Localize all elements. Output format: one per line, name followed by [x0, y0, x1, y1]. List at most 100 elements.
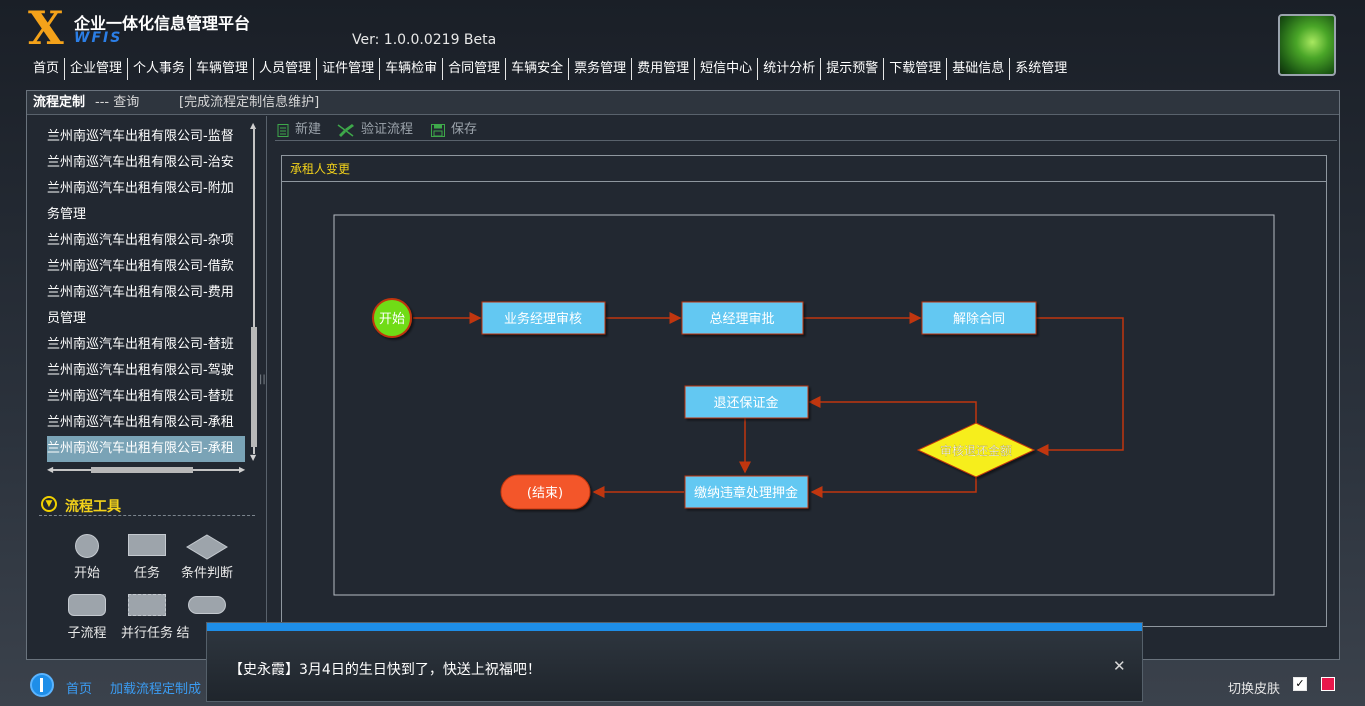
list-item[interactable]: 兰州南巡汽车出租有限公司-驾驶 — [47, 358, 245, 384]
left-sidebar: 兰州南巡汽车出租有限公司-监督 兰州南巡汽车出租有限公司-治安 兰州南巡汽车出租… — [27, 116, 267, 660]
nav-item-enterprise[interactable]: 企业管理 — [65, 58, 129, 80]
nav-item-home[interactable]: 首页 — [28, 58, 66, 80]
flow-tools-header[interactable]: ▼ 流程工具 — [39, 494, 255, 516]
save-button[interactable]: 保存 — [431, 119, 477, 141]
tool-label: 并行任务 — [120, 626, 173, 641]
list-item[interactable]: 兰州南巡汽车出租有限公司-费用 — [47, 280, 245, 306]
flow-tools-title: 流程工具 — [65, 499, 121, 515]
pill-shape-icon — [188, 596, 226, 614]
scroll-right-icon[interactable]: ▶ — [239, 466, 245, 474]
chevron-down-icon[interactable]: ▼ — [41, 496, 57, 512]
list-item[interactable]: 兰州南巡汽车出租有限公司-监督 — [47, 124, 245, 150]
footer-breadcrumb[interactable]: 加载流程定制成 — [110, 678, 201, 697]
circle-shape-icon — [75, 534, 99, 558]
nav-item-sms[interactable]: 短信中心 — [695, 58, 759, 80]
brush-check-icon — [337, 123, 354, 137]
list-item[interactable]: 兰州南巡汽车出租有限公司-借款 — [47, 254, 245, 280]
parallel-shape-icon — [128, 594, 166, 616]
node-task-label: 总经理审批 — [709, 312, 774, 327]
splitter-grip-icon[interactable]: || — [259, 374, 266, 385]
list-item[interactable]: 务管理 — [47, 202, 245, 228]
panel-query-label: --- 查询 — [95, 95, 140, 110]
tool-start[interactable]: 开始 — [57, 534, 117, 581]
tool-label: 任务 — [133, 566, 160, 581]
list-item[interactable]: 兰州南巡汽车出租有限公司-杂项 — [47, 228, 245, 254]
list-item[interactable]: 员管理 — [47, 306, 245, 332]
node-end-label: (结束) — [527, 486, 563, 501]
new-button[interactable]: 新建 — [277, 119, 321, 141]
node-decision-refund-review[interactable]: 审核退还金额 — [916, 422, 1036, 478]
app-logo: X — [28, 2, 76, 54]
nav-item-vehicle[interactable]: 车辆管理 — [191, 58, 255, 80]
node-task-business-review[interactable]: 业务经理审核 — [481, 301, 606, 335]
workflow-panel: 流程定制 --- 查询 [完成流程定制信息维护] 兰州南巡汽车出租有限公司-监督… — [26, 90, 1340, 660]
flow-diagram: 开始 业务经理审核 总经理审批 解除合同 审核退还金额 退还保证金 缴纳违章处理… — [333, 214, 1275, 596]
notification-title-bar — [207, 623, 1142, 631]
nav-item-certificate[interactable]: 证件管理 — [317, 58, 381, 80]
nav-item-contract[interactable]: 合同管理 — [443, 58, 507, 80]
flow-canvas-title: 承租人变更 — [282, 156, 1326, 182]
nav-item-stats[interactable]: 统计分析 — [758, 58, 822, 80]
nav-item-download[interactable]: 下载管理 — [884, 58, 948, 80]
nav-item-fee[interactable]: 费用管理 — [632, 58, 696, 80]
tool-subflow[interactable]: 子流程 — [57, 594, 117, 641]
list-vertical-scrollbar[interactable]: ▲ ▼ — [250, 122, 258, 462]
switch-skin-checkbox[interactable]: ✓ — [1293, 677, 1307, 691]
nav-item-safety[interactable]: 车辆安全 — [506, 58, 570, 80]
tool-parallel[interactable]: 并行任务 — [117, 594, 177, 641]
panel-description: [完成流程定制信息维护] — [179, 95, 320, 110]
list-item[interactable]: 兰州南巡汽车出租有限公司-承租 — [47, 410, 245, 436]
node-task-label: 解除合同 — [953, 312, 1005, 327]
skin-color-red[interactable] — [1321, 677, 1335, 691]
rectangle-shape-icon — [128, 534, 166, 556]
node-start[interactable]: 开始 — [372, 298, 412, 338]
node-task-violation-deposit[interactable]: 缴纳违章处理押金 — [684, 475, 809, 509]
tool-label: 开始 — [73, 566, 100, 581]
list-item[interactable]: 兰州南巡汽车出租有限公司-替班 — [47, 332, 245, 358]
notification-popup: 【史永霞】3月4日的生日快到了，快送上祝福吧！ ✕ — [206, 622, 1143, 702]
nav-item-inspection[interactable]: 车辆检审 — [380, 58, 444, 80]
footer-logo-icon[interactable] — [30, 673, 54, 697]
panel-header: 流程定制 --- 查询 [完成流程定制信息维护] — [27, 91, 1339, 115]
rounded-rect-shape-icon — [68, 594, 106, 616]
tool-task[interactable]: 任务 — [117, 534, 177, 581]
save-icon — [431, 123, 445, 137]
switch-skin-label: 切换皮肤 — [1228, 682, 1281, 697]
nav-item-alert[interactable]: 提示预警 — [821, 58, 885, 80]
close-icon[interactable]: ✕ — [1113, 657, 1126, 675]
connector-decision-task4 — [808, 396, 977, 427]
list-horizontal-scrollbar[interactable]: ◀ ▶ — [47, 466, 245, 474]
node-task-terminate-contract[interactable]: 解除合同 — [921, 301, 1037, 335]
tool-label: 子流程 — [67, 626, 107, 641]
editor-toolbar: 新建 验证流程 保存 — [275, 119, 1337, 141]
list-item[interactable]: 兰州南巡汽车出租有限公司-治安 — [47, 150, 245, 176]
list-item-selected[interactable]: 兰州南巡汽车出租有限公司-承租 — [47, 436, 245, 462]
node-task-gm-approval[interactable]: 总经理审批 — [681, 301, 804, 335]
nav-item-ticket[interactable]: 票务管理 — [569, 58, 633, 80]
horizontal-scroll-thumb[interactable] — [91, 467, 193, 473]
notification-text[interactable]: 【史永霞】3月4日的生日快到了，快送上祝福吧！ — [229, 659, 541, 679]
list-item[interactable]: 兰州南巡汽车出租有限公司-替班 — [47, 384, 245, 410]
nav-item-system[interactable]: 系统管理 — [1010, 58, 1072, 80]
node-end[interactable]: (结束) — [500, 474, 591, 510]
nav-item-basic-info[interactable]: 基础信息 — [947, 58, 1011, 80]
tool-condition[interactable]: 条件判断 — [177, 534, 237, 581]
nav-item-personal[interactable]: 个人事务 — [128, 58, 192, 80]
footer-home-link[interactable]: 首页 — [66, 678, 92, 697]
connector-task3-decision — [1036, 317, 1124, 456]
node-task-label: 缴纳违章处理押金 — [694, 485, 798, 501]
vertical-scroll-thumb[interactable] — [251, 327, 257, 447]
main-nav: 首页 企业管理 个人事务 车辆管理 人员管理 证件管理 车辆检审 合同管理 车辆… — [28, 58, 1072, 80]
user-avatar[interactable] — [1278, 14, 1336, 76]
logo-x-icon: X — [28, 1, 64, 55]
save-label: 保存 — [451, 122, 478, 137]
scroll-down-icon[interactable]: ▼ — [250, 454, 256, 462]
nav-item-staff[interactable]: 人员管理 — [254, 58, 318, 80]
flow-canvas-panel: 承租人变更 开始 业务经理审核 总经理审批 解除合同 审核退还金额 退还保证金 … — [281, 155, 1327, 627]
list-item[interactable]: 兰州南巡汽车出租有限公司-附加 — [47, 176, 245, 202]
tool-label: 条件判断 — [180, 566, 233, 581]
node-task-refund-deposit[interactable]: 退还保证金 — [684, 385, 809, 419]
validate-flow-button[interactable]: 验证流程 — [337, 119, 413, 141]
node-task-label: 业务经理审核 — [504, 311, 582, 327]
node-start-label: 开始 — [379, 312, 405, 327]
